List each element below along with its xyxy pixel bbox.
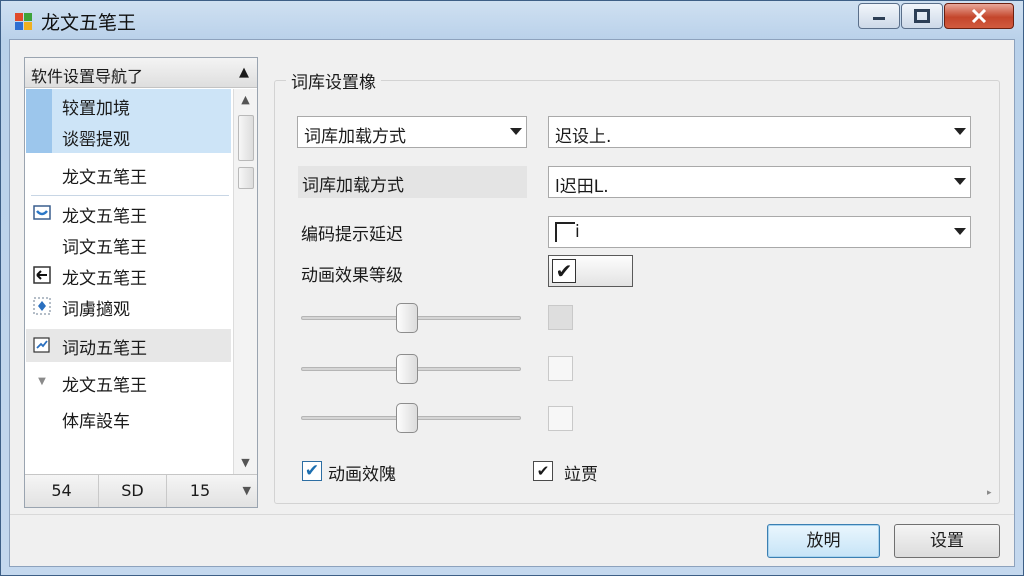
nav-item-6[interactable]: 词虜擿观 bbox=[25, 291, 231, 322]
settings-nav-panel: 软件设置导航了 ▲ 较置加境 谈罂提观 龙文五笔王 龙文五笔王 词文五笔王 龙文… bbox=[24, 57, 258, 508]
combo-value: l迟田L. bbox=[555, 177, 609, 197]
dialog-body: 软件设置导航了 ▲ 较置加境 谈罂提观 龙文五笔王 龙文五笔王 词文五笔王 龙文… bbox=[9, 39, 1015, 567]
slider-1-thumb[interactable] bbox=[396, 303, 419, 333]
slider-1-swatch[interactable] bbox=[548, 305, 573, 330]
check-icon: ✔ bbox=[536, 462, 550, 480]
nav-item-7[interactable]: 词动五笔王 bbox=[25, 330, 231, 361]
footer-cell-1: 54 bbox=[25, 475, 99, 507]
nav-item-3[interactable]: 龙文五笔王 bbox=[25, 198, 231, 229]
app-window: 龙文五笔王 软件设置导航了 ▲ 较置加境 谈罂提观 龙文五笔王 龙文五笔王 词文… bbox=[0, 0, 1024, 576]
load-option-combo[interactable]: 迟设上. bbox=[548, 116, 971, 148]
load-mode-label: 词库加载方式 bbox=[298, 166, 527, 198]
close-button[interactable] bbox=[944, 3, 1014, 29]
code-delay-label: 编码提示延迟 bbox=[301, 225, 403, 245]
scroll-thumb-secondary[interactable] bbox=[238, 167, 254, 189]
check-icon: ✔ bbox=[552, 259, 576, 283]
maximize-icon bbox=[914, 9, 930, 23]
load-mode-combo[interactable]: 词库加载方式 bbox=[297, 116, 527, 148]
nav-item-label: 龙文五笔王 bbox=[62, 168, 147, 188]
primary-button[interactable]: 放明 bbox=[767, 524, 880, 558]
secondary-button[interactable]: 设置 bbox=[894, 524, 1000, 558]
back-arrow-icon bbox=[33, 266, 51, 284]
right-option-label: 竝贾 bbox=[564, 465, 598, 485]
slider-3-swatch[interactable] bbox=[548, 406, 573, 431]
resize-grip-icon: ▸ bbox=[987, 488, 992, 498]
window-title: 龙文五笔王 bbox=[41, 12, 137, 34]
checkbox-partial-icon bbox=[555, 222, 575, 242]
nav-item-1[interactable]: 谈罂提观 bbox=[25, 121, 231, 152]
nav-item-label: 谈罂提观 bbox=[62, 130, 130, 150]
nav-item-label: 龙文五笔王 bbox=[62, 269, 147, 289]
scroll-up-icon[interactable]: ▲ bbox=[234, 89, 257, 111]
nav-item-label: 词虜擿观 bbox=[62, 300, 130, 320]
chevron-down-icon bbox=[510, 128, 522, 135]
nav-item-4[interactable]: 词文五笔王 bbox=[25, 229, 231, 260]
code-delay-combo[interactable]: i bbox=[548, 216, 971, 248]
anim-level-toggle[interactable]: ✔ bbox=[548, 255, 633, 287]
maximize-button[interactable] bbox=[901, 3, 943, 29]
slider-3-thumb[interactable] bbox=[396, 403, 419, 433]
combo-value: 迟设上. bbox=[555, 127, 612, 147]
title-bar[interactable]: 龙文五笔王 bbox=[1, 1, 1023, 39]
anim-level-label: 动画效果等级 bbox=[301, 266, 403, 286]
footer-divider bbox=[10, 514, 1014, 515]
combo-value: 词库加载方式 bbox=[304, 127, 406, 147]
nav-item-5[interactable]: 龙文五笔王 bbox=[25, 260, 231, 291]
footer-dropdown-icon[interactable]: ▼ bbox=[243, 484, 251, 497]
nav-item-label: 词动五笔王 bbox=[62, 339, 147, 359]
nav-header: 软件设置导航了 ▲ bbox=[25, 58, 257, 88]
footer-cell-3: 15 bbox=[189, 481, 211, 500]
slider-2-thumb[interactable] bbox=[396, 354, 419, 384]
nav-item-2[interactable]: 龙文五笔王 bbox=[25, 159, 231, 190]
minimize-icon bbox=[873, 17, 885, 20]
anim-effect-label: 动画效隗 bbox=[328, 465, 396, 485]
nav-item-label: 较置加境 bbox=[62, 99, 130, 119]
close-icon bbox=[971, 9, 987, 23]
footer-cell-2: SD bbox=[99, 475, 167, 507]
combo-value: i bbox=[575, 222, 580, 242]
nav-item-label: 词文五笔王 bbox=[62, 238, 147, 258]
nav-header-label: 软件设置导航了 bbox=[31, 67, 144, 86]
group-title: 词库设置橡 bbox=[286, 68, 381, 93]
chevron-down-icon bbox=[954, 128, 966, 135]
dotted-doc-icon bbox=[33, 297, 51, 315]
collapse-icon[interactable]: ▲ bbox=[239, 65, 249, 80]
nav-footer: 54 SD 15 ▼ bbox=[25, 474, 257, 507]
check-icon: ✔ bbox=[304, 461, 320, 481]
scroll-thumb[interactable] bbox=[238, 115, 254, 161]
load-mode-secondary-combo[interactable]: l迟田L. bbox=[548, 166, 971, 198]
minimize-button[interactable] bbox=[858, 3, 900, 29]
nav-item-9[interactable]: 体库設车 bbox=[25, 403, 231, 434]
anim-effect-checkbox[interactable]: ✔ bbox=[302, 461, 322, 481]
chevron-down-icon bbox=[954, 178, 966, 185]
nav-item-8[interactable]: ▼ 龙文五笔王 bbox=[25, 367, 231, 398]
triangle-down-icon: ▼ bbox=[38, 376, 46, 387]
slider-2-swatch[interactable] bbox=[548, 356, 573, 381]
chevron-down-icon bbox=[954, 228, 966, 235]
nav-divider bbox=[31, 195, 229, 196]
nav-item-label: 龙文五笔王 bbox=[62, 376, 147, 396]
nav-item-label: 体库設车 bbox=[62, 412, 130, 432]
nav-scrollbar[interactable]: ▲ ▼ bbox=[233, 89, 257, 474]
edit-icon bbox=[33, 337, 50, 353]
scroll-down-icon[interactable]: ▼ bbox=[234, 452, 257, 474]
monitor-icon bbox=[33, 205, 51, 220]
row-label: 词库加载方式 bbox=[302, 176, 404, 196]
nav-item-0[interactable]: 较置加境 bbox=[25, 90, 231, 121]
nav-item-label: 龙文五笔王 bbox=[62, 207, 147, 227]
app-logo-icon bbox=[15, 13, 32, 30]
right-option-checkbox[interactable]: ✔ bbox=[533, 461, 553, 481]
